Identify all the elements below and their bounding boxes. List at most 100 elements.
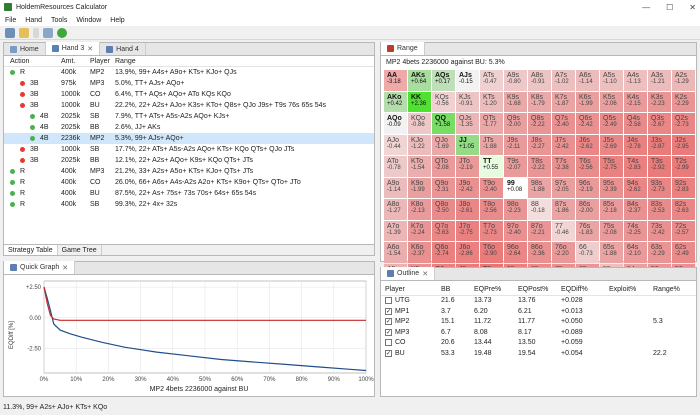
range-cell-q6s[interactable]: Q6s -2.42: [576, 113, 599, 134]
range-cell-65s[interactable]: 65s -1.88: [600, 242, 623, 263]
maximize-button[interactable]: ☐: [666, 3, 673, 12]
range-cell-86s[interactable]: 86s -2.00: [576, 199, 599, 220]
table-row[interactable]: 3B 1000k CO 6.4%, TT+ AQs+ AQo+ ATo KQs KQo: [4, 89, 374, 100]
range-cell-q5s[interactable]: Q5s -2.49: [600, 113, 623, 134]
range-cell-a6s[interactable]: A6s -1.14: [576, 70, 599, 91]
col-exploit[interactable]: Exploit%: [609, 286, 653, 293]
range-cell-q9s[interactable]: Q9s -2.00: [504, 113, 527, 134]
outline-row[interactable]: CO 20.6 13.44 13.50 +0.059: [381, 338, 696, 349]
range-cell-qq[interactable]: QQ +1.58: [432, 113, 455, 134]
range-cell-98s[interactable]: 98s -1.88: [528, 177, 551, 198]
range-cell-82s[interactable]: 82s -2.63: [672, 199, 695, 220]
menu-help[interactable]: Help: [110, 17, 124, 24]
range-cell-t8s[interactable]: T8s -2.22: [528, 156, 551, 177]
range-cell-k8s[interactable]: K8s -1.79: [528, 91, 551, 112]
range-cell-63s[interactable]: 63s -2.29: [648, 242, 671, 263]
table-row[interactable]: 3B 975k MP3 5.0%, TT+ AJs+ AQo+: [4, 78, 374, 89]
col-range-pct[interactable]: Range%: [653, 286, 680, 293]
table-row[interactable]: 3B 1000k BU 22.2%, 22+ A2s+ AJo+ K3s+ KTo+ …: [4, 100, 374, 111]
range-cell-q2s[interactable]: Q2s -2.73: [672, 113, 695, 134]
range-cell-84s[interactable]: 84s -2.37: [624, 199, 647, 220]
range-cell-85s[interactable]: 85s -2.18: [600, 199, 623, 220]
range-cell-62s[interactable]: 62s -2.49: [672, 242, 695, 263]
range-cell-j4s[interactable]: J4s -2.78: [624, 134, 647, 155]
range-cell-q3s[interactable]: Q3s -2.67: [648, 113, 671, 134]
refresh-icon[interactable]: [43, 27, 53, 38]
range-cell-a8o[interactable]: A8o -1.27: [384, 199, 407, 220]
outline-row[interactable]: ✓ BU 53.3 19.48 19.54 +0.054 22.2: [381, 348, 696, 359]
range-cell-87o[interactable]: 87o -2.21: [528, 220, 551, 241]
menu-tools[interactable]: Tools: [51, 17, 67, 24]
range-cell-qjs[interactable]: QJs -1.35: [456, 113, 479, 134]
close-window-button[interactable]: ✕: [689, 3, 696, 12]
outline-row[interactable]: ✓ MP3 6.7 8.08 8.17 +0.089: [381, 327, 696, 338]
range-cell-q9o[interactable]: Q9o -2.31: [432, 177, 455, 198]
range-cell-kts[interactable]: KTs -1.20: [480, 91, 503, 112]
range-cell-t4s[interactable]: T4s -2.83: [624, 156, 647, 177]
tab-home[interactable]: Home: [4, 43, 46, 55]
menu-window[interactable]: Window: [76, 17, 101, 24]
col-player[interactable]: Player: [90, 58, 115, 65]
range-cell-j6s[interactable]: J6s -2.62: [576, 134, 599, 155]
range-cell-87s[interactable]: 87s -1.86: [552, 199, 575, 220]
player-checkbox[interactable]: ✓: [385, 307, 392, 315]
col-player[interactable]: Player: [381, 286, 441, 293]
range-cell-j3s[interactable]: J3s -2.87: [648, 134, 671, 155]
range-cell-64s[interactable]: 64s -2.10: [624, 242, 647, 263]
range-cell-aks[interactable]: AKs +0.64: [408, 70, 431, 91]
range-cell-kqo[interactable]: KQo -0.86: [408, 113, 431, 134]
new-hand-icon[interactable]: [19, 27, 29, 38]
range-cell-jj[interactable]: JJ +1.05: [456, 134, 479, 155]
range-cell-k6o[interactable]: K6o -2.37: [408, 242, 431, 263]
outline-row[interactable]: ✓ MP1 3.7 6.20 6.21 +0.013: [381, 306, 696, 317]
range-cell-ato[interactable]: ATo -0.78: [384, 156, 407, 177]
close-icon[interactable]: ✕: [422, 270, 428, 278]
range-cell-83s[interactable]: 83s -2.53: [648, 199, 671, 220]
range-cell-98o[interactable]: 98o -2.23: [504, 199, 527, 220]
range-cell-a7o[interactable]: A7o -1.39: [384, 220, 407, 241]
range-cell-a9o[interactable]: A9o -1.14: [384, 177, 407, 198]
col-eqpost[interactable]: EQPost%: [518, 286, 561, 293]
col-eqpre[interactable]: EQPre%: [474, 286, 518, 293]
minimize-button[interactable]: —: [642, 3, 650, 12]
tab-hand-4[interactable]: Hand 4: [100, 43, 146, 55]
range-cell-j9o[interactable]: J9o -2.42: [456, 177, 479, 198]
table-row[interactable]: 4B 2236k MP2 5.3%, 99+ AJs+ AQo+: [4, 133, 374, 144]
range-cell-t5s[interactable]: T5s -2.75: [600, 156, 623, 177]
range-cell-kk[interactable]: KK +2.36: [408, 91, 431, 112]
range-cell-aa[interactable]: AA -3.18: [384, 70, 407, 91]
range-cell-aqs[interactable]: AQs +0.17: [432, 70, 455, 91]
tab-strategy-table[interactable]: Strategy Table: [4, 245, 58, 255]
tab-range[interactable]: Range: [381, 42, 425, 55]
range-cell-86o[interactable]: 86o -2.36: [528, 242, 551, 263]
table-row[interactable]: 3B 2025k BB 12.1%, 22+ A2s+ AQo+ K9s+ KQo Q…: [4, 155, 374, 166]
range-cell-93s[interactable]: 93s -2.73: [648, 177, 671, 198]
range-cell-k8o[interactable]: K8o -2.13: [408, 199, 431, 220]
range-cell-a9s[interactable]: A9s -0.80: [504, 70, 527, 91]
range-cell-q8s[interactable]: Q8s -2.22: [528, 113, 551, 134]
table-row[interactable]: 4B 2025k BB 2.6%, JJ+ AKs: [4, 122, 374, 133]
range-cell-76s[interactable]: 76s -1.83: [576, 220, 599, 241]
range-cell-a5s[interactable]: A5s -1.10: [600, 70, 623, 91]
player-checkbox[interactable]: [385, 297, 392, 305]
outline-row[interactable]: UTG 21.6 13.73 13.76 +0.028: [381, 296, 696, 307]
menu-file[interactable]: File: [5, 17, 16, 24]
table-row[interactable]: 3B 1000k SB 17.7%, 22+ ATs+ A5s-A2s AQo+ KT…: [4, 144, 374, 155]
dropdown-icon[interactable]: [33, 27, 39, 38]
range-cell-ajo[interactable]: AJo -0.44: [384, 134, 407, 155]
range-cell-94s[interactable]: 94s -2.62: [624, 177, 647, 198]
range-cell-t6s[interactable]: T6s -2.56: [576, 156, 599, 177]
range-cell-a6o[interactable]: A6o -1.54: [384, 242, 407, 263]
range-cell-99[interactable]: 99 +0.08: [504, 177, 527, 198]
range-cell-t9s[interactable]: T9s -2.07: [504, 156, 527, 177]
range-cell-qto[interactable]: QTo -2.08: [432, 156, 455, 177]
range-cell-a4s[interactable]: A4s -1.13: [624, 70, 647, 91]
range-cell-jts[interactable]: JTs -1.88: [480, 134, 503, 155]
col-range[interactable]: Range: [115, 58, 136, 65]
range-cell-k6s[interactable]: K6s -1.99: [576, 91, 599, 112]
range-cell-k4s[interactable]: K4s -2.15: [624, 91, 647, 112]
range-cell-77[interactable]: 77 -0.46: [552, 220, 575, 241]
tab-game-tree[interactable]: Game Tree: [58, 245, 102, 255]
table-row[interactable]: R 400k MP2 13.9%, 99+ A4s+ A9o+ KTs+ KJo+ Q…: [4, 67, 374, 78]
player-checkbox[interactable]: [385, 339, 392, 347]
